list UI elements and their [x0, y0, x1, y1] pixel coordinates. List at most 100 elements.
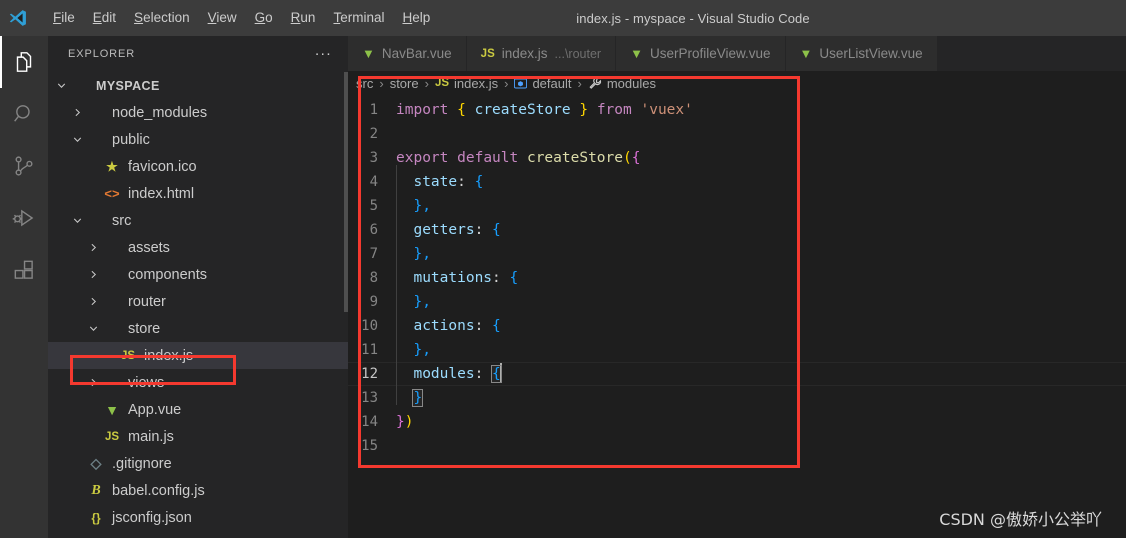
chevron-right-icon[interactable] [84, 268, 102, 281]
tree-item-babel-config-js[interactable]: Bbabel.config.js [48, 477, 348, 504]
chevron-right-icon[interactable] [84, 295, 102, 308]
source-control-icon[interactable] [0, 140, 48, 192]
chevron-right-icon[interactable] [68, 106, 86, 119]
search-icon[interactable] [0, 88, 48, 140]
editor-tab-userprofileview-vue[interactable]: ▼ UserProfileView.vue [616, 36, 786, 71]
menu-mnemonic: H [402, 10, 413, 25]
menu-selection[interactable]: Selection [125, 6, 199, 30]
editor-tab-navbar-vue[interactable]: ▼ NavBar.vue [348, 36, 467, 71]
menu-terminal[interactable]: Terminal [324, 6, 393, 30]
code-line: 8 mutations: { [348, 261, 1126, 290]
tree-item-main-js[interactable]: JS main.js [48, 423, 348, 450]
extensions-icon[interactable] [0, 244, 48, 296]
editor-tab-index-js[interactable]: JS index.js ...\router [466, 36, 617, 71]
tree-item-public[interactable]: public [48, 126, 348, 153]
tree-item--gitignore[interactable]: ◇ .gitignore [48, 450, 348, 477]
menu-mnemonic: R [290, 10, 301, 25]
breadcrumb-item-store[interactable]: store [390, 76, 419, 91]
code-line: 11 }, [348, 333, 1126, 362]
tree-item-assets[interactable]: assets [48, 234, 348, 261]
code-line: 6 getters: { [348, 213, 1126, 242]
line-number: 12 [361, 366, 378, 382]
explorer-header: EXPLORER ... [48, 36, 348, 71]
tree-item-views[interactable]: views [48, 369, 348, 396]
menu-edit[interactable]: Edit [84, 6, 125, 30]
editor-tab-userlistview-vue[interactable]: ▼ UserListView.vue [785, 36, 938, 71]
tree-item-app-vue[interactable]: ▼ App.vue [48, 396, 348, 423]
code-line: 13 } [348, 381, 1126, 410]
explorer-sidebar: EXPLORER ... MYSPACE node_modules public ★ f… [48, 36, 348, 538]
breadcrumb-item-index-js[interactable]: JS index.js [435, 76, 498, 91]
breadcrumb: src › store › JS index.js › default › modules [348, 71, 1126, 95]
chevron-down-icon[interactable] [68, 133, 86, 146]
chevron-right-icon[interactable] [84, 241, 102, 254]
menu-label: elp [412, 10, 431, 25]
explorer-title: EXPLORER [68, 47, 136, 60]
line-number: 7 [369, 246, 378, 262]
chevron-down-icon[interactable] [52, 79, 70, 92]
tree-item-src[interactable]: src [48, 207, 348, 234]
js-file-icon: JS [104, 430, 120, 443]
indent-guide [396, 309, 397, 333]
tree-item-router[interactable]: router [48, 288, 348, 315]
tree-item-index-html[interactable]: <> index.html [48, 180, 348, 207]
tree-item-favicon-ico[interactable]: ★ favicon.ico [48, 153, 348, 180]
breadcrumb-item-default[interactable]: default [514, 76, 571, 91]
tree-item-node-modules[interactable]: node_modules [48, 99, 348, 126]
breadcrumb-label: default [532, 75, 572, 91]
breadcrumb-label: modules [606, 75, 656, 91]
json-file-icon: {} [91, 510, 101, 525]
menu-go[interactable]: Go [246, 6, 282, 30]
tab-path-suffix: ...\router [554, 46, 602, 61]
menu-help[interactable]: Help [393, 6, 439, 30]
file-tree: MYSPACE node_modules public ★ favicon.ico <> i… [48, 71, 348, 531]
vue-file-icon: ▼ [362, 46, 375, 61]
tree-item-myspace[interactable]: MYSPACE [48, 72, 348, 99]
chevron-down-icon[interactable] [68, 214, 86, 227]
menu-run[interactable]: Run [282, 6, 325, 30]
tree-item-label: index.html [128, 185, 195, 202]
menu-bar[interactable]: File Edit Selection View Go Run Terminal… [36, 0, 439, 36]
run-and-debug-icon[interactable] [0, 192, 48, 244]
breadcrumb-separator-icon: › [504, 75, 509, 91]
breadcrumb-item-src[interactable]: src [356, 76, 373, 91]
code-line: 3 export default createStore({ [348, 146, 1126, 170]
tree-item-label: babel.config.js [112, 482, 205, 499]
explorer-more-actions-icon[interactable]: ... [315, 43, 332, 61]
tree-item-index-js[interactable]: JS index.js [48, 342, 348, 369]
indent-guide [396, 213, 397, 237]
indent-guide [396, 165, 397, 189]
tree-item-components[interactable]: components [48, 261, 348, 288]
line-number: 1 [369, 102, 378, 118]
menu-label: ile [61, 10, 75, 25]
tree-item-label: router [128, 293, 166, 310]
breadcrumb-separator-icon: › [577, 75, 582, 91]
line-number: 11 [361, 342, 378, 358]
tree-item-label: views [128, 374, 165, 391]
chevron-right-icon[interactable] [84, 376, 102, 389]
code-line-active: 12 modules: { [348, 357, 1126, 386]
menu-view[interactable]: View [199, 6, 246, 30]
activity-bar [0, 36, 48, 538]
code-line: 10 actions: { [348, 309, 1126, 338]
tree-item-jsconfig-json[interactable]: {} jsconfig.json [48, 504, 348, 531]
indent-guide [396, 237, 397, 261]
menu-file[interactable]: File [44, 6, 84, 30]
tree-item-store[interactable]: store [48, 315, 348, 342]
line-number: 8 [369, 270, 378, 286]
menu-label: un [300, 10, 316, 25]
tree-item-label: favicon.ico [128, 158, 197, 175]
code-line: 2 [348, 122, 1126, 146]
tree-item-label: components [128, 266, 207, 283]
code-line: 15 [348, 434, 1126, 458]
breadcrumb-separator-icon: › [424, 75, 429, 91]
chevron-down-icon[interactable] [84, 322, 102, 335]
js-file-icon: JS [481, 48, 495, 60]
indent-guide [396, 333, 397, 357]
explorer-icon[interactable] [0, 36, 48, 88]
breadcrumb-item-modules[interactable]: modules [588, 76, 656, 91]
line-number: 13 [361, 390, 378, 406]
code-editor[interactable]: 1 import { createStore } from 'vuex' 2 3… [348, 95, 1126, 458]
text-cursor [499, 363, 502, 382]
editor-tab-bar: ▼ NavBar.vue JS index.js ...\router ▼ UserProf… [348, 36, 1126, 71]
